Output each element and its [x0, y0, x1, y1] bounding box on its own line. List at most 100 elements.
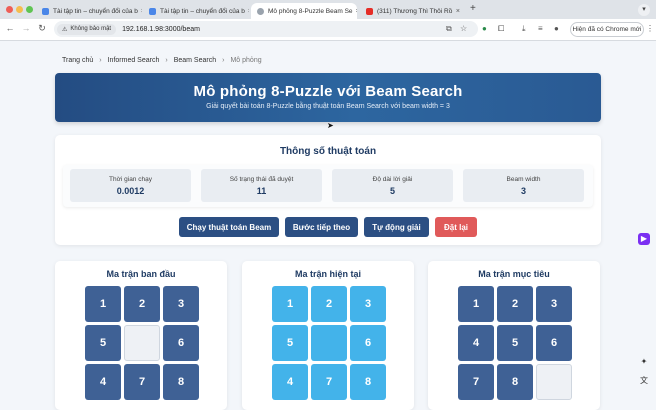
- document-icon: [42, 7, 49, 15]
- breadcrumb-beam-search[interactable]: Beam Search: [174, 57, 216, 64]
- page-title: Mô phỏng 8-Puzzle với Beam Search: [193, 83, 463, 100]
- stat-label: Thời gian chạy: [109, 176, 152, 183]
- kebab-menu-icon[interactable]: ⋮: [646, 24, 654, 33]
- puzzle-tile: 1: [458, 286, 494, 322]
- stat-label: Số trạng thái đã duyệt: [229, 176, 294, 183]
- board-title: Ma trận ban đầu: [106, 269, 176, 279]
- stats-row: Thời gian chạy 0.0012 Số trạng thái đã d…: [63, 165, 593, 207]
- empty-tile: [311, 325, 347, 361]
- new-tab-button[interactable]: +: [470, 3, 476, 14]
- tab-bar: Tài tập tin – chuyển đổi của b × Tài tập…: [0, 0, 656, 19]
- extension-icon[interactable]: ●: [482, 24, 487, 33]
- stat-runtime: Thời gian chạy 0.0012: [70, 169, 191, 202]
- translate-icon[interactable]: 文: [638, 375, 650, 387]
- chevron-down-icon[interactable]: ▾: [638, 4, 650, 16]
- forward-arrow-icon[interactable]: →: [20, 23, 32, 33]
- page-subtitle: Giải quyết bài toán 8-Puzzle bằng thuật …: [206, 103, 450, 110]
- puzzle-tile: 2: [124, 286, 160, 322]
- stat-value: 0.0012: [116, 186, 145, 196]
- puzzle-tile: 1: [272, 286, 308, 322]
- address-bar[interactable]: ⚠ Không bảo mật 192.168.1.98:3000/beam: [54, 21, 478, 37]
- browser-tab[interactable]: (311) Thương Thì Thôi Rồ ×: [360, 3, 466, 19]
- stat-label: Beam width: [506, 176, 541, 183]
- chrome-update-button[interactable]: Hiện đã có Chrome mới: [570, 22, 644, 37]
- puzzle-tile: 1: [85, 286, 121, 322]
- puzzle-tile: 8: [163, 364, 199, 400]
- reset-button[interactable]: Đặt lại: [435, 217, 477, 237]
- puzzle-tile: 6: [163, 325, 199, 361]
- stat-solution-length: Độ dài lời giải 5: [332, 169, 453, 202]
- stat-value: 11: [256, 186, 267, 196]
- globe-icon: [257, 7, 264, 15]
- puzzle-tile: 4: [272, 364, 308, 400]
- security-chip[interactable]: ⚠ Không bảo mật: [57, 23, 117, 35]
- stat-value: 5: [389, 186, 395, 196]
- tab-title: Tài tập tin – chuyển đổi của b: [53, 7, 138, 15]
- security-label: Không bảo mật: [70, 26, 112, 32]
- close-icon[interactable]: ×: [138, 8, 142, 15]
- puzzle-tile: 6: [536, 325, 572, 361]
- puzzle-tile: 4: [458, 325, 494, 361]
- download-icon[interactable]: ⤓: [522, 24, 526, 34]
- sparkle-icon[interactable]: ✦: [638, 356, 650, 368]
- puzzle-tile: 3: [163, 286, 199, 322]
- params-heading: Thông số thuật toán: [279, 146, 377, 157]
- puzzle-tile: 6: [350, 325, 386, 361]
- browser-tab-active[interactable]: Mô phỏng 8-Puzzle Beam Se ×: [251, 3, 357, 19]
- puzzle-tile: 2: [311, 286, 347, 322]
- puzzle-tile: 7: [311, 364, 347, 400]
- extension-side-icon[interactable]: ▶: [638, 233, 650, 245]
- puzzle-icon[interactable]: ⧠: [498, 24, 504, 34]
- reload-icon[interactable]: ↻: [36, 23, 48, 34]
- puzzle-tile: 5: [272, 325, 308, 361]
- browser-tab[interactable]: Tài tập tin – chuyển đổi của b ×: [36, 3, 142, 19]
- chevron-right-icon: ›: [99, 57, 102, 64]
- close-window-button[interactable]: [6, 6, 13, 13]
- browser-toolbar: ← → ↻ ⚠ Không bảo mật 192.168.1.98:3000/…: [0, 19, 656, 41]
- document-icon: [149, 7, 156, 15]
- board-title: Ma trận hiện tại: [294, 269, 361, 279]
- initial-board-card: Ma trận ban đầu 123 5 6 478: [55, 261, 227, 410]
- board-title: Ma trận mục tiêu: [478, 269, 550, 279]
- puzzle-tile: 3: [536, 286, 572, 322]
- translate-icon[interactable]: ⧉: [446, 24, 452, 34]
- stat-label: Độ dài lời giải: [372, 176, 413, 183]
- warning-icon: ⚠: [62, 26, 68, 33]
- puzzle-tile: 2: [497, 286, 533, 322]
- tab-title: (311) Thương Thì Thôi Rồ: [377, 7, 453, 15]
- puzzle-tile: 8: [497, 364, 533, 400]
- close-icon[interactable]: ×: [353, 8, 357, 15]
- puzzle-tile: 7: [124, 364, 160, 400]
- auto-solve-button[interactable]: Tự động giải: [364, 217, 429, 237]
- puzzle-tile: 5: [85, 325, 121, 361]
- url-text[interactable]: 192.168.1.98:3000/beam: [122, 26, 200, 33]
- profile-avatar-icon[interactable]: ●: [554, 24, 559, 33]
- chevron-right-icon: ›: [222, 57, 225, 64]
- maximize-window-button[interactable]: [26, 6, 33, 13]
- page-banner: Mô phỏng 8-Puzzle với Beam Search Giải q…: [55, 73, 601, 122]
- media-icon[interactable]: ≡: [538, 24, 543, 33]
- run-beam-button[interactable]: Chạy thuật toán Beam: [179, 217, 279, 237]
- youtube-icon: [366, 7, 373, 15]
- puzzle-tile: 5: [497, 325, 533, 361]
- puzzle-tile: 4: [85, 364, 121, 400]
- empty-tile: [536, 364, 572, 400]
- puzzle-tile: 3: [350, 286, 386, 322]
- back-arrow-icon[interactable]: ←: [4, 23, 16, 33]
- goal-board-card: Ma trận mục tiêu 123 456 78: [428, 261, 600, 410]
- tab-title: Mô phỏng 8-Puzzle Beam Se: [268, 7, 353, 15]
- close-icon[interactable]: ×: [245, 8, 249, 15]
- breadcrumb-informed-search[interactable]: Informed Search: [108, 57, 160, 64]
- next-step-button[interactable]: Bước tiếp theo: [285, 217, 358, 237]
- breadcrumb-home[interactable]: Trang chủ: [62, 57, 93, 64]
- breadcrumb-current: Mô phỏng: [230, 57, 262, 64]
- stat-states-visited: Số trạng thái đã duyệt 11: [201, 169, 322, 202]
- browser-tab[interactable]: Tài tập tin – chuyển đổi của b ×: [143, 3, 249, 19]
- mouse-cursor-icon: ➤: [327, 121, 334, 130]
- close-icon[interactable]: ×: [453, 8, 460, 15]
- chevron-right-icon: ›: [165, 57, 168, 64]
- tab-title: Tài tập tin – chuyển đổi của b: [160, 7, 245, 15]
- bookmark-star-icon[interactable]: ☆: [460, 24, 467, 33]
- current-board-card: Ma trận hiện tại 123 5 6 478: [242, 261, 414, 410]
- minimize-window-button[interactable]: [16, 6, 23, 13]
